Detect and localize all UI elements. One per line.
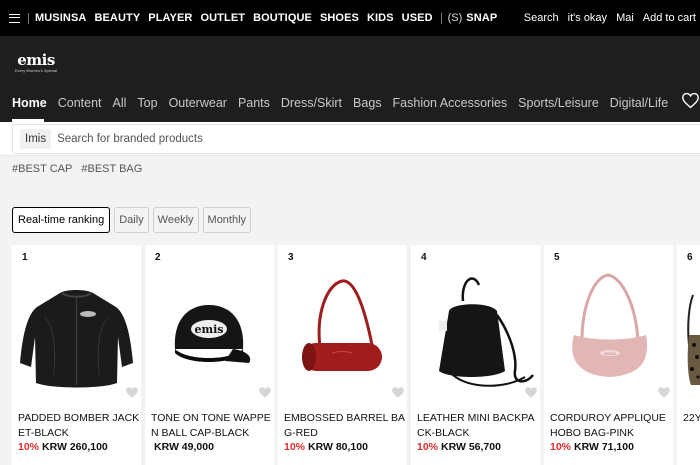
- tab-pants[interactable]: Pants: [238, 96, 270, 110]
- product-list: 1 PADDED BOMBER JACKET-BLACK 10% KRW 260,…: [12, 245, 700, 465]
- gnav-search-link[interactable]: Search: [524, 12, 559, 24]
- brand-logo-word: emis: [17, 51, 55, 69]
- rank-number: 6: [687, 252, 693, 263]
- svg-text:emis: emis: [604, 351, 616, 357]
- product-image[interactable]: emis: [147, 265, 272, 405]
- discount-rate: 10%: [18, 441, 40, 453]
- heart-icon[interactable]: [524, 386, 538, 399]
- price-value: KRW 71,100: [574, 441, 634, 453]
- rank-number: 1: [22, 252, 28, 263]
- product-image[interactable]: [14, 265, 139, 405]
- heart-icon[interactable]: [681, 92, 700, 109]
- hashtag-list: #BEST CAP #BEST BAG: [12, 163, 148, 175]
- gnav-my-link[interactable]: Mai: [616, 12, 634, 24]
- heart-icon[interactable]: [657, 386, 671, 399]
- product-price: 10% KRW 71,100: [550, 441, 634, 453]
- category-tabs: Home Content All Top Outerwear Pants Dre…: [12, 96, 679, 110]
- product-card[interactable]: 3 EMBOSSED BARREL BAG-RED 10% KRW 80,100: [278, 245, 407, 465]
- price-value: KRW 80,100: [308, 441, 368, 453]
- product-card[interactable]: 6 22YOY: [677, 245, 700, 465]
- product-price: KRW 49,000: [151, 441, 214, 453]
- heart-icon[interactable]: [258, 386, 272, 399]
- gnav-link-outlet[interactable]: OUTLET: [200, 12, 245, 24]
- gnav-link-shoes[interactable]: SHOES: [320, 12, 359, 24]
- brand-logo[interactable]: emis Every Women's Special: [12, 52, 60, 76]
- product-price: 10% KRW 80,100: [284, 441, 368, 453]
- product-card[interactable]: 2 emis TONE ON TONE WAPPEN BALL CAP-BLAC…: [145, 245, 274, 465]
- menu-icon[interactable]: [0, 0, 28, 36]
- product-name[interactable]: 22YOY: [683, 411, 700, 426]
- discount-rate: 10%: [417, 441, 439, 453]
- gnav-link-snap[interactable]: SNAP: [466, 12, 497, 24]
- heart-icon[interactable]: [125, 386, 139, 399]
- product-image[interactable]: [677, 265, 700, 405]
- gnav-link-boutique[interactable]: BOUTIQUE: [253, 12, 312, 24]
- gnav-its-okay-link[interactable]: it's okay: [568, 12, 607, 24]
- search-input[interactable]: [57, 133, 358, 145]
- product-image[interactable]: emis: [546, 265, 671, 405]
- rank-number: 2: [155, 252, 161, 263]
- search-box[interactable]: Imis: [12, 124, 700, 154]
- search-bar: Imis: [0, 122, 700, 156]
- hashtag-best-bag[interactable]: #BEST BAG: [81, 163, 142, 175]
- product-price: 10% KRW 56,700: [417, 441, 501, 453]
- global-nav: MUSINSA BEAUTY PLAYER OUTLET BOUTIQUE SH…: [0, 0, 700, 36]
- price-value: KRW 260,100: [42, 441, 108, 453]
- svg-text:emis: emis: [194, 323, 223, 336]
- gnav-link-musinsa[interactable]: MUSINSA: [35, 12, 86, 24]
- tab-sports-leisure[interactable]: Sports/Leisure: [518, 96, 599, 110]
- rank-number: 3: [288, 252, 294, 263]
- gnav-link-kids[interactable]: KIDS: [367, 12, 394, 24]
- product-name[interactable]: CORDUROY APPLIQUE HOBO BAG-PINK: [550, 411, 672, 441]
- gnav-link-used[interactable]: USED: [402, 12, 433, 24]
- tab-all[interactable]: All: [113, 96, 127, 110]
- product-card[interactable]: 1 PADDED BOMBER JACKET-BLACK 10% KRW 260,…: [12, 245, 141, 465]
- tab-outerwear[interactable]: Outerwear: [169, 96, 227, 110]
- brand-logo-sub: Every Women's Special: [14, 68, 58, 73]
- gnav-link-beauty[interactable]: BEAUTY: [94, 12, 140, 24]
- discount-rate: 10%: [550, 441, 572, 453]
- product-image[interactable]: [280, 265, 405, 405]
- product-price: 10% KRW 260,100: [18, 441, 108, 453]
- product-card[interactable]: 4 LEATHER MINI BACKPACK-BLACK 10% KRW 56,…: [411, 245, 540, 465]
- tab-fashion-accessories[interactable]: Fashion Accessories: [393, 96, 508, 110]
- rank-number: 5: [554, 252, 560, 263]
- tab-digital-life[interactable]: Digital/Life: [610, 96, 668, 110]
- price-value: KRW 56,700: [441, 441, 501, 453]
- discount-rate: 10%: [284, 441, 306, 453]
- tab-bags[interactable]: Bags: [353, 96, 382, 110]
- tab-monthly[interactable]: Monthly: [202, 207, 252, 233]
- tab-top[interactable]: Top: [137, 96, 157, 110]
- heart-icon[interactable]: [391, 386, 405, 399]
- snap-logo-icon: (S): [447, 12, 463, 24]
- gnav-link-player[interactable]: PLAYER: [148, 12, 192, 24]
- tab-real-time-ranking[interactable]: Real-time ranking: [12, 207, 111, 233]
- nav-divider: [440, 12, 442, 24]
- price-value: KRW 49,000: [154, 441, 214, 453]
- product-image[interactable]: [413, 265, 538, 405]
- tab-dress-skirt[interactable]: Dress/Skirt: [281, 96, 342, 110]
- product-name[interactable]: TONE ON TONE WAPPEN BALL CAP-BLACK: [151, 411, 273, 441]
- gnav-cart-link[interactable]: Add to cart: [643, 12, 696, 24]
- product-name[interactable]: PADDED BOMBER JACKET-BLACK: [18, 411, 140, 441]
- tab-content[interactable]: Content: [58, 96, 102, 110]
- ranking-tabs: Real-time ranking Daily Weekly Monthly: [12, 207, 255, 233]
- hashtag-best-cap[interactable]: #BEST CAP: [12, 163, 72, 175]
- gnav-utility: Search it's okay Mai Add to cart: [515, 0, 700, 36]
- tab-home[interactable]: Home: [12, 96, 47, 110]
- tab-weekly[interactable]: Weekly: [152, 207, 199, 233]
- tab-daily[interactable]: Daily: [114, 207, 149, 233]
- product-card[interactable]: 5 emis CORDUROY APPLIQUE HOBO BAG-PINK 1…: [544, 245, 673, 465]
- product-name[interactable]: LEATHER MINI BACKPACK-BLACK: [417, 411, 539, 441]
- rank-number: 4: [421, 252, 427, 263]
- product-name[interactable]: EMBOSSED BARREL BAG-RED: [284, 411, 406, 441]
- brand-filter-chip[interactable]: Imis: [20, 129, 52, 149]
- nav-divider: [28, 12, 29, 24]
